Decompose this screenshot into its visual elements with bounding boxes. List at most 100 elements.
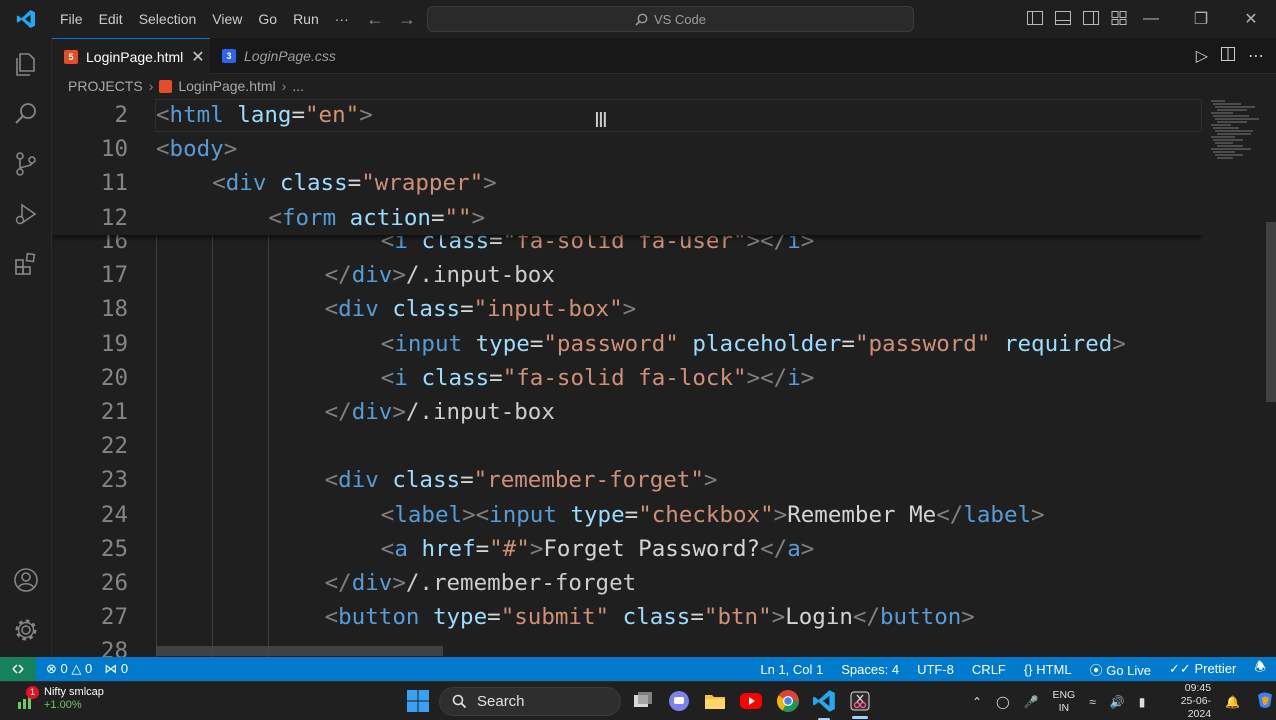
prettier-button[interactable]: ✓✓ Prettier	[1169, 661, 1236, 677]
forward-arrow-icon[interactable]: →	[398, 9, 416, 30]
code-line[interactable]: 19 <input type="password" placeholder="pa…	[52, 327, 1202, 361]
task-view-icon[interactable]	[631, 689, 655, 713]
stock-widget[interactable]: 1 Nifty smlcap +1.00%	[16, 686, 104, 712]
braces-icon: {}	[1023, 661, 1033, 677]
restore-icon[interactable]: ❐	[1176, 0, 1226, 38]
search-sidebar-icon[interactable]	[12, 100, 40, 128]
run-play-icon[interactable]: ▷	[1196, 46, 1208, 67]
chrome-icon[interactable]	[776, 689, 800, 713]
clock[interactable]: 09:45 25-06-2024	[1159, 682, 1211, 720]
breadcrumb-file[interactable]: LoginPage.html	[178, 78, 275, 94]
code-token: <	[380, 330, 395, 357]
accounts-icon[interactable]	[12, 566, 40, 594]
encoding[interactable]: UTF-8	[917, 662, 954, 677]
code-line[interactable]: 18 <div class="input-box">	[52, 292, 1202, 326]
menu-view[interactable]: View	[204, 0, 250, 38]
snipping-tool-icon[interactable]	[848, 689, 872, 719]
code-line[interactable]: 21 </div>/.input-box	[52, 395, 1202, 429]
code-line[interactable]: 24 <label><input type="checkbox">Remember…	[52, 498, 1202, 532]
breadcrumb-root[interactable]: PROJECTS	[68, 78, 143, 94]
wifi-icon[interactable]: ≈	[1089, 695, 1096, 709]
teams-chat-icon[interactable]	[667, 689, 691, 713]
location-off-icon[interactable]: ◯	[996, 695, 1009, 709]
toggle-secondary-sidebar-icon[interactable]	[1082, 9, 1100, 27]
youtube-icon[interactable]	[739, 689, 763, 713]
menu-more[interactable]: ···	[327, 0, 357, 38]
code-line[interactable]: 10 <body>	[52, 132, 1202, 166]
tab-loginpage-css[interactable]: 3 LoginPage.css	[210, 38, 340, 74]
explorer-icon[interactable]	[12, 50, 40, 78]
code-line[interactable]: 25 <a href="#">Forget Password?</a>	[52, 532, 1202, 566]
back-arrow-icon[interactable]: ←	[366, 9, 384, 30]
toggle-panel-icon[interactable]	[1054, 9, 1072, 27]
code-line[interactable]: 20 <i class="fa-solid fa-lock"></i>	[52, 361, 1202, 395]
language-label: HTML	[1036, 661, 1072, 677]
go-live-button[interactable]: ⦿ Go Live	[1090, 660, 1151, 679]
code-token: "wrapper"	[361, 170, 484, 197]
end-of-line[interactable]: CRLF	[972, 662, 1006, 677]
menu-run[interactable]: Run	[285, 0, 327, 38]
taskbar-search[interactable]: Search	[439, 687, 621, 716]
breadcrumb-tail[interactable]: ...	[292, 78, 304, 94]
code-line[interactable]: 17 </div>/.input-box	[52, 258, 1202, 292]
split-editor-icon[interactable]	[1220, 46, 1236, 67]
line-number: 17	[100, 262, 128, 289]
minimize-icon[interactable]: —	[1126, 0, 1176, 38]
microphone-icon[interactable]: 🎤	[1024, 695, 1039, 709]
code-line[interactable]: 27 <button type="submit" class="btn">Logi…	[52, 600, 1202, 634]
menu-file[interactable]: File	[52, 0, 91, 38]
menu-edit[interactable]: Edit	[91, 0, 131, 38]
settings-gear-icon[interactable]	[12, 616, 40, 644]
ports-indicator[interactable]: ⋈ 0	[104, 661, 128, 677]
code-line[interactable]: 23 <div class="remember-forget">	[52, 463, 1202, 497]
more-actions-icon[interactable]: ⋯	[1248, 46, 1264, 67]
active-app-indicator	[852, 716, 868, 719]
code-token: >	[800, 535, 815, 562]
menu-selection[interactable]: Selection	[131, 0, 205, 38]
code-token: label	[963, 501, 1032, 528]
language-indicator[interactable]: ENG IN	[1052, 689, 1075, 715]
file-explorer-icon[interactable]	[703, 689, 727, 713]
code-line[interactable]: 11 <div class="wrapper">	[52, 166, 1202, 200]
code-token: div	[351, 262, 393, 289]
tab-loginpage-html[interactable]: 5 LoginPage.html ✕	[52, 38, 210, 74]
horizontal-scrollbar[interactable]	[156, 646, 443, 656]
run-debug-icon[interactable]	[12, 200, 40, 228]
code-editor[interactable]: 16 <i class="fa-solid fa-user"></i> 17 </di…	[52, 98, 1202, 657]
close-icon[interactable]: ✕	[1226, 0, 1276, 38]
extensions-icon[interactable]	[12, 250, 40, 278]
code-line[interactable]: 12 <form action="">	[52, 201, 1202, 235]
remote-indicator-icon[interactable]	[0, 657, 36, 681]
volume-icon[interactable]: 🔊	[1110, 695, 1125, 709]
chevron-up-icon[interactable]: ⌃	[972, 695, 982, 709]
vscode-taskbar-icon[interactable]	[812, 689, 836, 713]
minimap[interactable]	[1205, 98, 1265, 168]
notification-icon[interactable]: 🔔	[1225, 695, 1240, 709]
sticky-scroll[interactable]: 2 <html lang="en"> 10 <body> 11 <div class="w…	[52, 98, 1202, 235]
code-line[interactable]: 26 </div>/.remember-forget	[52, 566, 1202, 600]
minimap-line	[1213, 103, 1241, 105]
code-line[interactable]: 2 <html lang="en">	[52, 98, 1202, 132]
copilot-icon[interactable]	[1254, 689, 1276, 714]
source-control-icon[interactable]	[12, 150, 40, 178]
code-token: >	[703, 467, 718, 494]
line-number: 19	[100, 330, 128, 357]
cursor-position[interactable]: Ln 1, Col 1	[760, 662, 823, 677]
code-line[interactable]: 22	[52, 429, 1202, 463]
vertical-scrollbar[interactable]	[1266, 222, 1276, 402]
notifications-bell-icon[interactable]: 🕭	[1254, 658, 1266, 680]
toggle-primary-sidebar-icon[interactable]	[1026, 9, 1044, 27]
language-mode[interactable]: {} HTML	[1024, 662, 1072, 677]
indentation[interactable]: Spaces: 4	[841, 662, 899, 677]
menu-go[interactable]: Go	[250, 0, 285, 38]
code-token: class	[392, 467, 461, 494]
command-center-search[interactable]: VS Code	[427, 6, 914, 32]
code-token: class	[279, 170, 348, 197]
battery-icon[interactable]: ▮	[1139, 695, 1146, 709]
tab-close-icon[interactable]: ✕	[191, 47, 204, 67]
windows-start-icon[interactable]	[406, 689, 430, 713]
problems-indicator[interactable]: ⊗ 0 △ 0	[46, 661, 92, 677]
line-number: 11	[100, 170, 128, 197]
minimap-line	[1213, 115, 1249, 117]
code-token: >	[773, 501, 788, 528]
